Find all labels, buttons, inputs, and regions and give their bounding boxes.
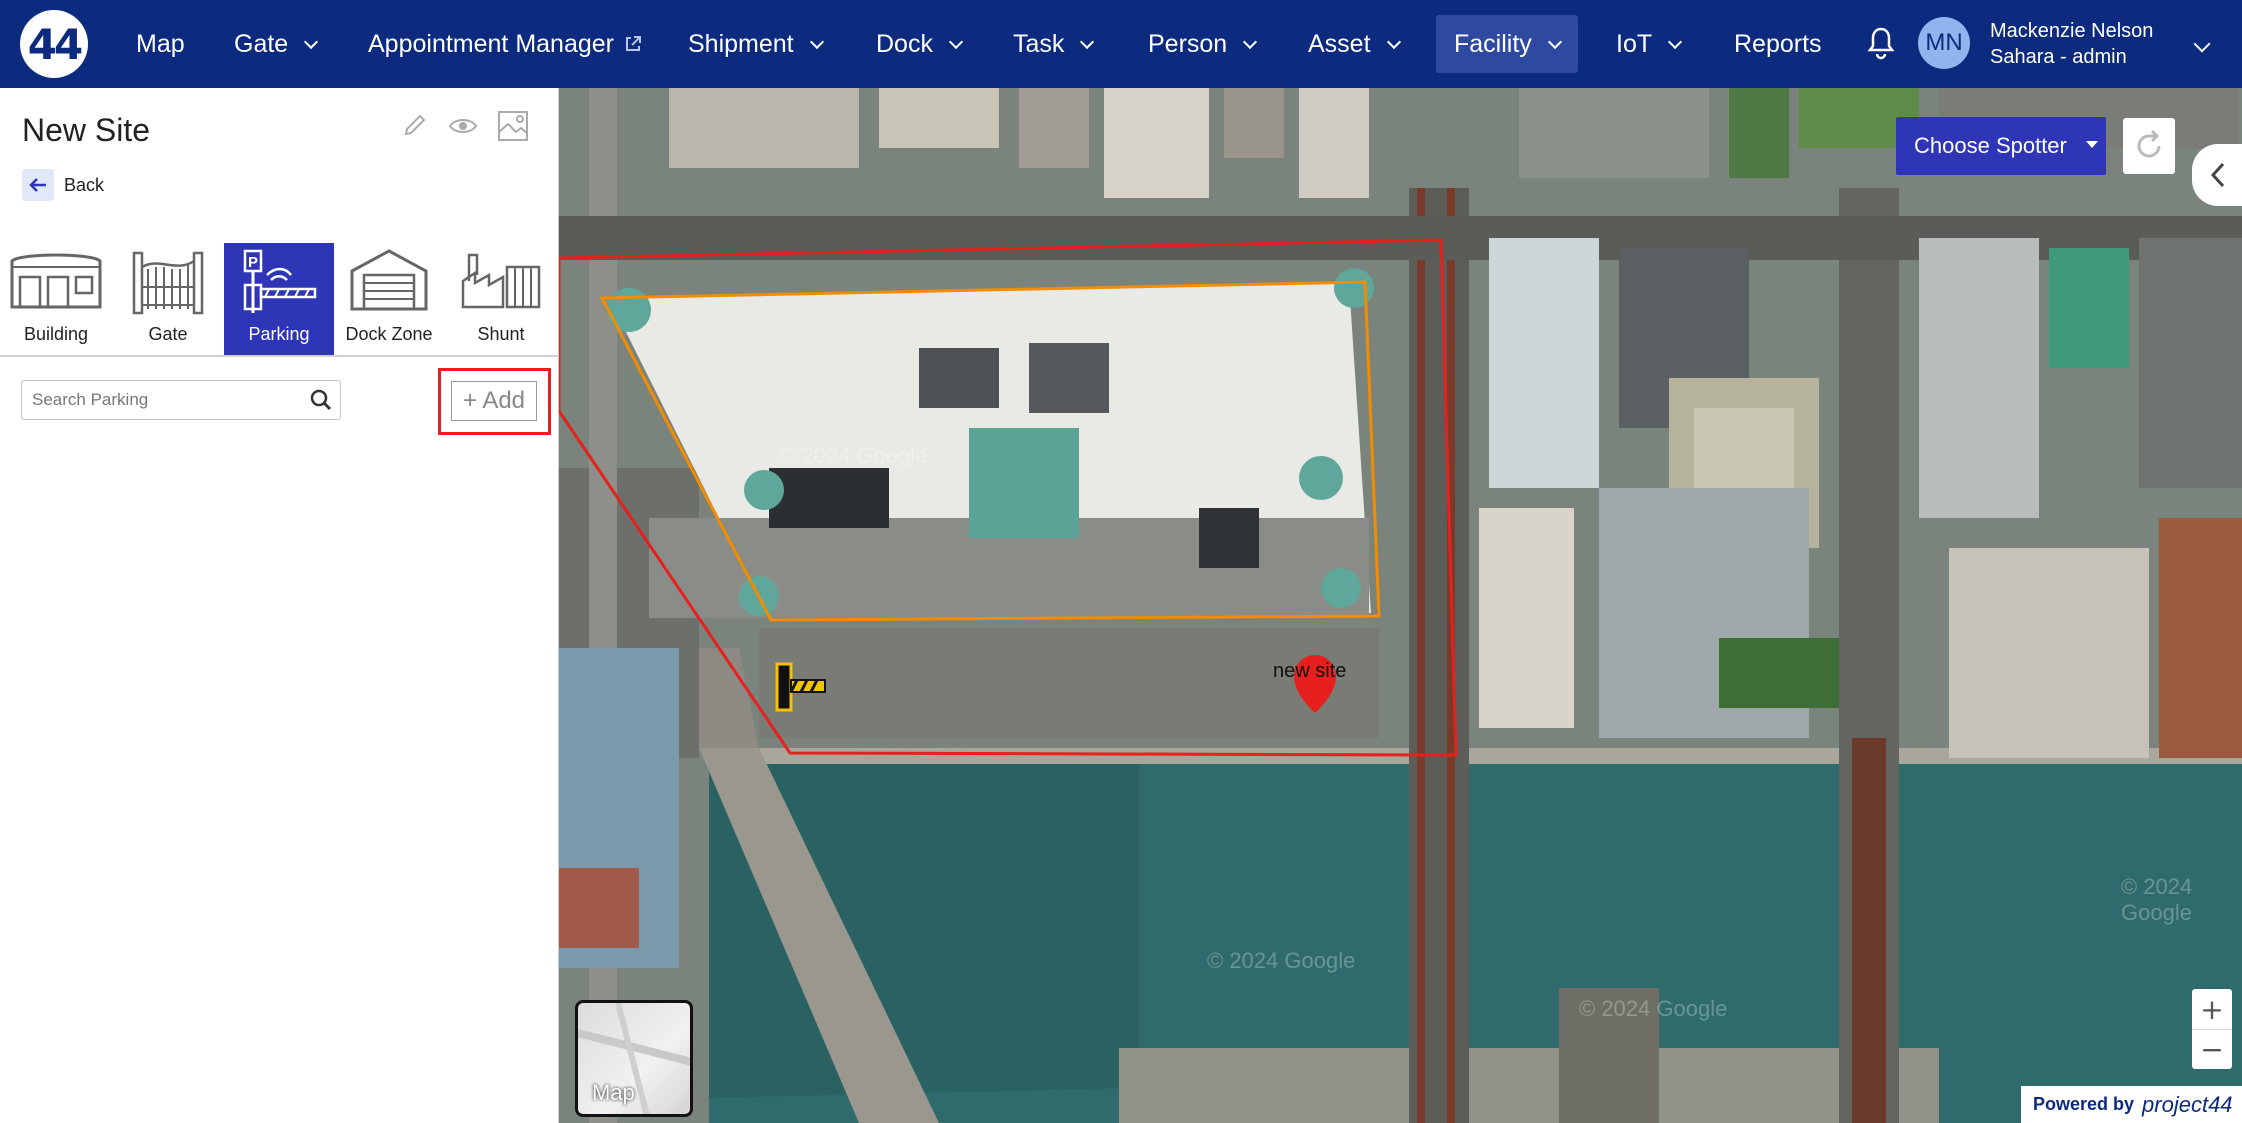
nav-dock-label: Dock — [876, 29, 933, 58]
chevron-down-icon — [809, 34, 824, 50]
shunt-icon — [461, 253, 541, 309]
tile-dock-zone[interactable]: Dock Zone — [344, 243, 434, 355]
tile-label: Gate — [148, 324, 188, 344]
user-name[interactable]: Mackenzie Nelson — [1990, 20, 2153, 43]
user-role[interactable]: Sahara - admin — [1990, 46, 2127, 69]
map-type-toggle[interactable]: Map — [575, 1000, 693, 1117]
nav-shipment[interactable]: Shipment — [674, 15, 836, 73]
nav-reports-label: Reports — [1734, 29, 1822, 58]
satellite-map[interactable] — [559, 88, 2242, 1123]
nav-asset-label: Asset — [1308, 29, 1371, 58]
chevron-down-icon — [948, 34, 964, 50]
tile-building[interactable]: Building — [0, 243, 112, 355]
nav-map[interactable]: Map — [122, 15, 199, 73]
tile-label: Dock Zone — [345, 324, 433, 344]
back-label: Back — [64, 174, 105, 195]
map-image-icon[interactable] — [497, 110, 529, 142]
map-type-label: Map — [592, 1080, 635, 1105]
site-panel: New Site Back Building Gate P Parking Do… — [0, 88, 559, 1123]
caret-down-icon — [2086, 141, 2098, 148]
nav-person[interactable]: Person — [1134, 15, 1269, 73]
chevron-left-icon — [2210, 162, 2225, 188]
powered-by-text: Powered by — [2033, 1094, 2135, 1114]
nav-shipment-label: Shipment — [688, 29, 794, 58]
user-menu-chevron-icon[interactable] — [2193, 35, 2211, 53]
nav-task-label: Task — [1013, 29, 1065, 58]
nav-appointment-manager-label: Appointment Manager — [368, 29, 614, 58]
tile-label: Building — [23, 324, 89, 344]
choose-spotter-label: Choose Spotter — [1914, 133, 2067, 158]
refresh-icon — [2137, 129, 2161, 158]
chevron-down-icon — [1243, 34, 1258, 50]
eye-icon[interactable] — [448, 114, 478, 138]
tile-parking[interactable]: P Parking — [224, 243, 334, 355]
chevron-down-icon — [304, 34, 319, 50]
tile-label: Shunt — [477, 324, 525, 344]
search-icon[interactable] — [310, 389, 332, 411]
building-icon — [10, 253, 102, 309]
nav-facility-label: Facility — [1454, 29, 1532, 58]
gate-icon — [132, 251, 204, 315]
logo[interactable]: 44 — [20, 10, 88, 78]
avatar[interactable]: MN — [1918, 17, 1970, 69]
nav-reports[interactable]: Reports — [1720, 15, 1836, 73]
nav-gate-label: Gate — [234, 29, 289, 58]
chevron-down-icon — [1080, 34, 1095, 50]
nav-dock[interactable]: Dock — [862, 15, 975, 73]
tile-label: Parking — [248, 324, 310, 344]
parking-icon: P — [243, 249, 317, 313]
external-link-icon — [625, 36, 641, 51]
nav-facility[interactable]: Facility — [1436, 15, 1578, 73]
page-title: New Site — [22, 112, 151, 148]
bell-icon[interactable] — [1866, 26, 1896, 60]
back-arrow-icon — [22, 169, 54, 201]
svg-text:P: P — [248, 254, 258, 271]
tile-shunt[interactable]: Shunt — [448, 243, 554, 355]
powered-by-brand: project44 — [2142, 1091, 2233, 1117]
zoom-in-button[interactable]: + — [2192, 989, 2232, 1029]
search-input[interactable] — [22, 381, 302, 419]
tile-gate[interactable]: Gate — [122, 243, 214, 355]
map-copyright: © 2024 Google — [779, 443, 928, 468]
nav-iot[interactable]: IoT — [1602, 15, 1694, 73]
edit-pencil-icon[interactable] — [402, 112, 428, 138]
chevron-down-icon — [1386, 34, 1401, 50]
back-button[interactable]: Back — [22, 169, 104, 201]
refresh-button[interactable] — [2123, 118, 2175, 174]
map-copyright: © 2024 Google — [1207, 948, 1356, 973]
nav-person-label: Person — [1148, 29, 1228, 58]
divider — [0, 355, 559, 357]
map-copyright: © 2024 Google — [1579, 996, 1728, 1021]
chevron-down-icon — [1547, 34, 1562, 50]
zoom-control: + − — [2192, 989, 2232, 1069]
choose-spotter-dropdown[interactable]: Choose Spotter — [1896, 117, 2106, 175]
search-box — [21, 380, 341, 420]
nav-asset[interactable]: Asset — [1294, 15, 1413, 73]
dock-zone-icon — [350, 249, 428, 311]
zoom-out-button[interactable]: − — [2192, 1029, 2232, 1069]
site-marker-label: new site — [1273, 660, 1347, 682]
map-copyright: © 2024 Google — [2121, 874, 2193, 925]
add-parking-button[interactable]: + Add — [451, 381, 537, 421]
nav-map-label: Map — [136, 29, 185, 58]
chevron-down-icon — [1668, 34, 1683, 50]
collapse-panel-button[interactable] — [2192, 144, 2242, 206]
nav-iot-label: IoT — [1616, 29, 1653, 58]
nav-appointment-manager[interactable]: Appointment Manager — [354, 15, 656, 73]
top-nav: 44 Map Gate Appointment Manager Shipment… — [0, 0, 2242, 88]
map-view[interactable]: new site © 2024 Google © 2024 Google © 2… — [559, 88, 2242, 1123]
powered-by-badge: Powered by project44 — [2021, 1086, 2242, 1123]
nav-gate[interactable]: Gate — [220, 15, 330, 73]
nav-task[interactable]: Task — [999, 15, 1106, 73]
